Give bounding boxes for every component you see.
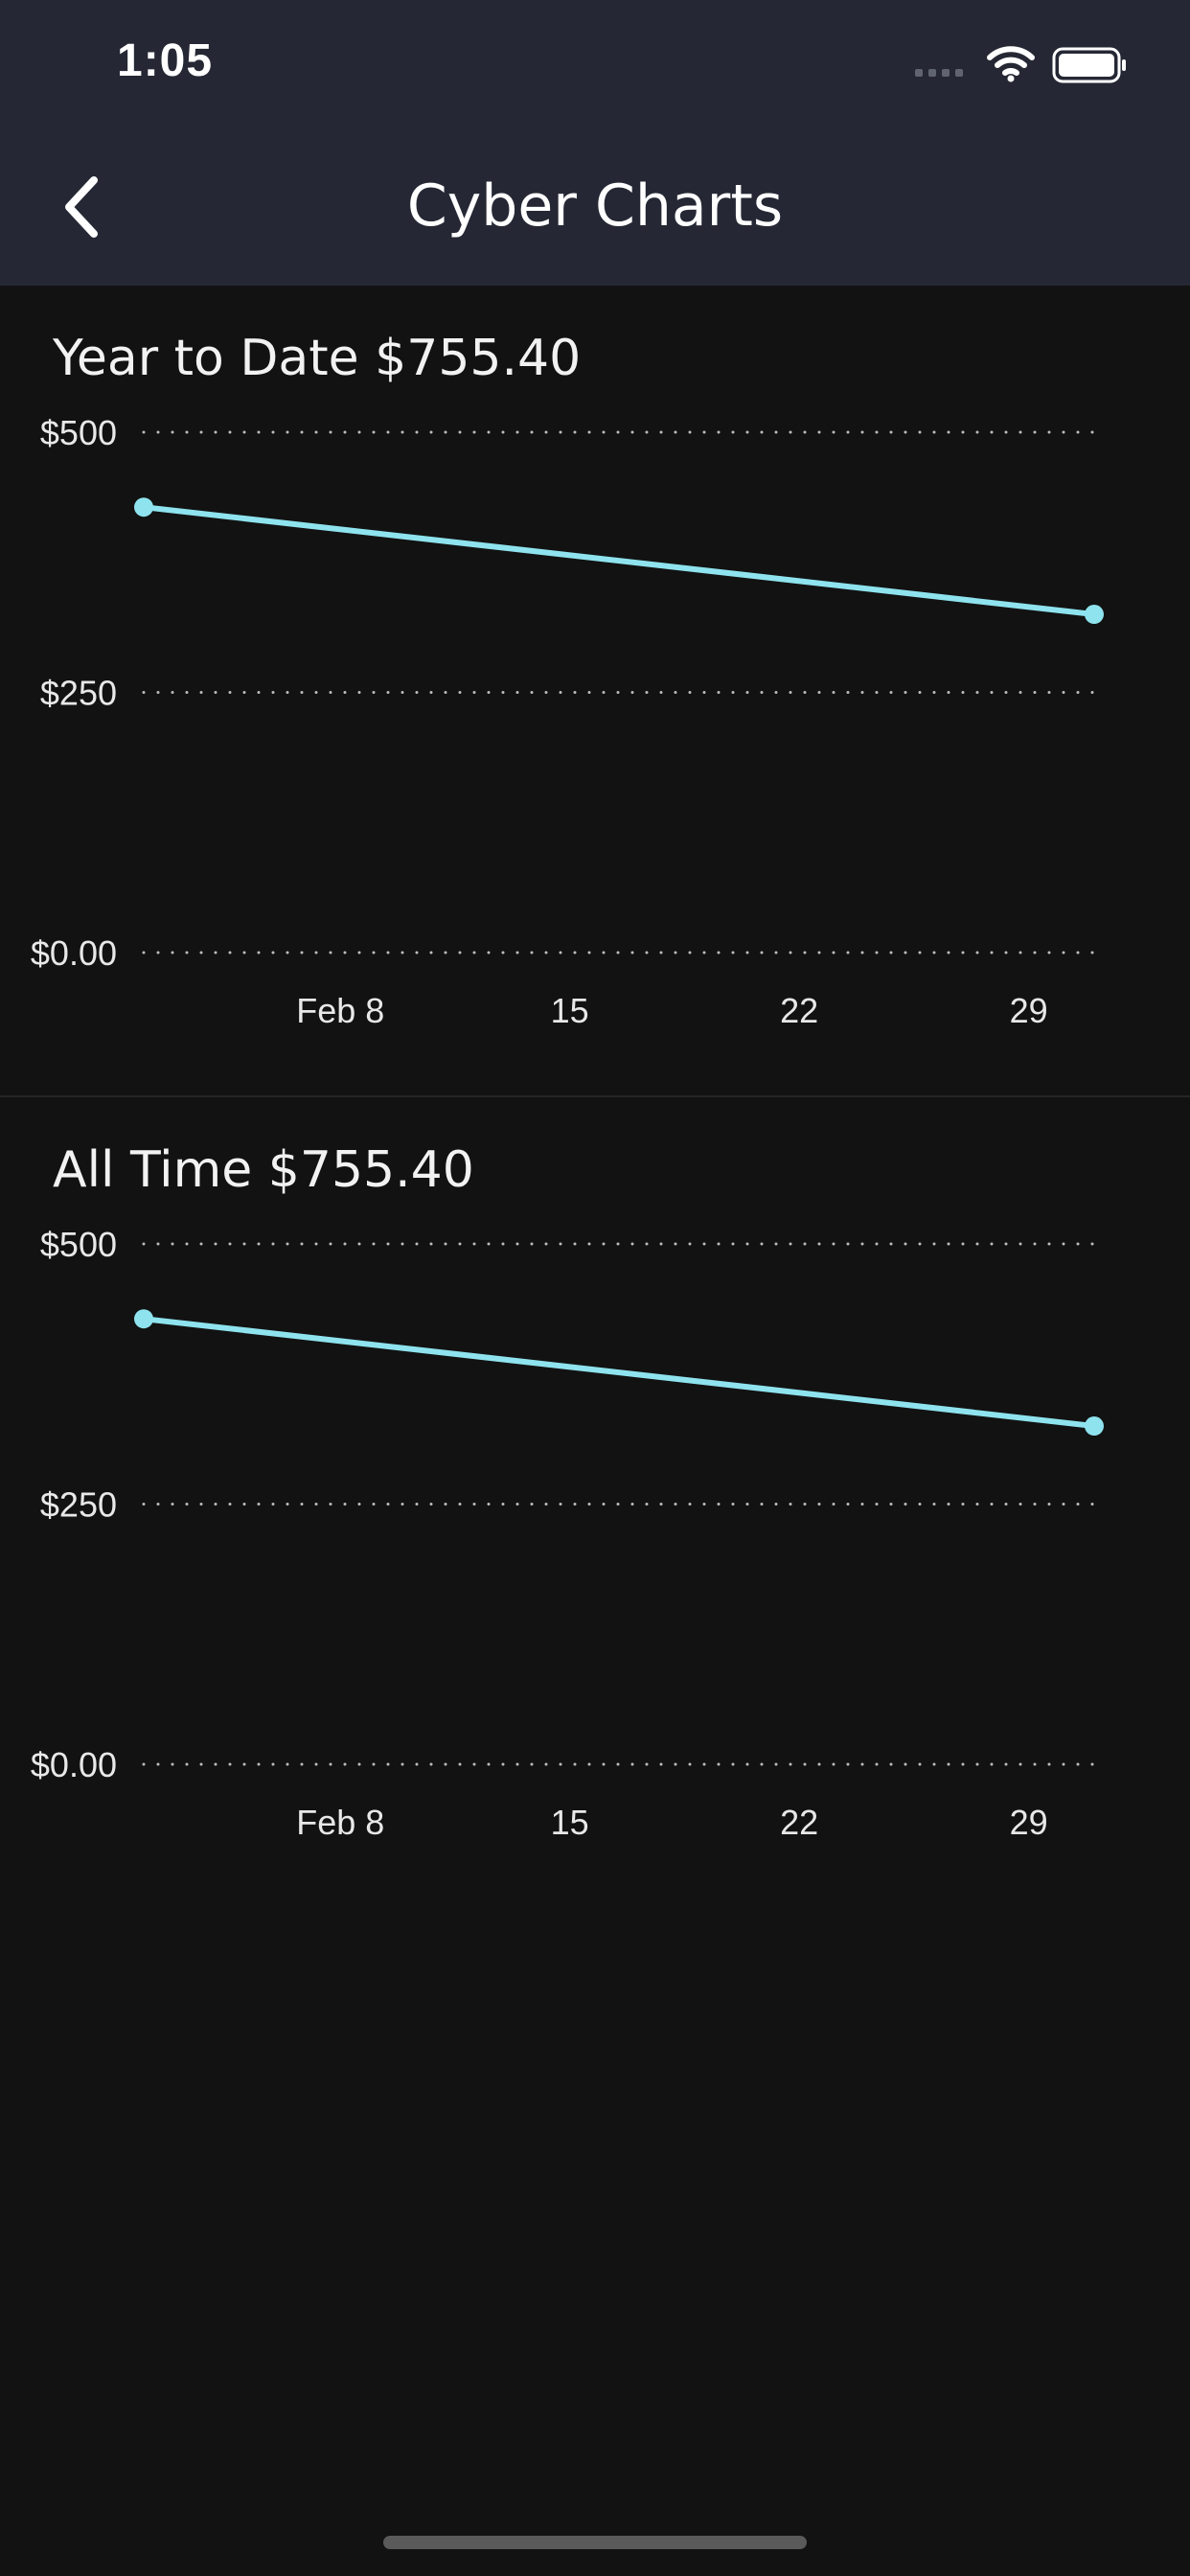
y-tick-label: $500 bbox=[40, 1225, 117, 1264]
page-title: Cyber Charts bbox=[406, 172, 784, 240]
all-time-chart: $0.00 $250 $500 Feb 8 15 22 29 bbox=[31, 1225, 1104, 1842]
x-tick-label: Feb 8 bbox=[296, 1803, 384, 1842]
x-tick-label: 15 bbox=[551, 991, 589, 1030]
y-tick-label: $0.00 bbox=[31, 933, 117, 973]
x-tick-label: 22 bbox=[780, 991, 818, 1030]
data-point[interactable] bbox=[134, 1309, 153, 1329]
status-time: 1:05 bbox=[117, 35, 214, 86]
x-tick-label: 15 bbox=[551, 1803, 589, 1842]
y-tick-label: $0.00 bbox=[31, 1745, 117, 1784]
navigation-header: 1:05 Cyber Charts bbox=[0, 0, 1190, 286]
year-to-date-chart: $0.00 $250 $500 Feb 8 15 22 29 bbox=[31, 413, 1104, 1030]
x-tick-label: 29 bbox=[1010, 1803, 1048, 1842]
data-point[interactable] bbox=[134, 497, 153, 518]
wifi-icon bbox=[987, 46, 1035, 82]
data-point[interactable] bbox=[1085, 605, 1104, 625]
all-time-chart-card: All Time $755.40 $0.00 $250 $500 Feb 8 15 22 2… bbox=[0, 1097, 1190, 1902]
year-to-date-chart-card: Year to Date $755.40 $0.00 $250 $500 Feb 81… bbox=[0, 286, 1190, 1097]
series-line bbox=[141, 504, 1097, 618]
series-line bbox=[141, 1316, 1097, 1430]
x-tick-label: 22 bbox=[780, 1803, 818, 1842]
x-tick-label: 29 bbox=[1010, 991, 1048, 1030]
x-tick-label: Feb 8 bbox=[296, 991, 384, 1030]
y-tick-label: $250 bbox=[40, 1485, 117, 1525]
battery-icon bbox=[1052, 47, 1126, 83]
cellular-signal-icon bbox=[915, 69, 963, 77]
data-point[interactable] bbox=[1085, 1416, 1104, 1437]
y-tick-label: $250 bbox=[40, 674, 117, 713]
y-tick-label: $500 bbox=[40, 413, 117, 452]
home-indicator[interactable] bbox=[383, 2536, 807, 2549]
